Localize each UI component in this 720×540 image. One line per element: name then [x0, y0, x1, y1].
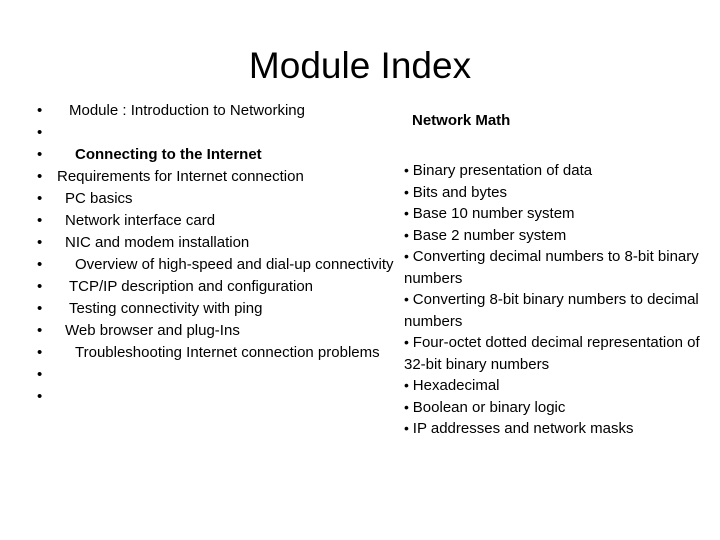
list-item-label: Troubleshooting Internet connection prob… — [75, 344, 380, 361]
list-item: • Requirements for Internet connection — [30, 166, 400, 188]
list-item: • Connecting to the Internet — [30, 144, 400, 166]
bullet-icon: • — [404, 420, 413, 436]
list-item-label: Boolean or binary logic — [412, 398, 566, 416]
slide-canvas: Module Index • Module : Introduction to N… — [0, 0, 720, 540]
bullet-icon: • — [404, 377, 413, 393]
list-item-label: Bits and bytes — [412, 183, 508, 201]
list-item: • Boolean or binary logic — [404, 397, 704, 419]
bullet-icon: • — [37, 190, 43, 207]
list-item-label: Testing connectivity with ping — [69, 300, 263, 317]
bullet-icon: • — [37, 322, 43, 339]
list-item-label: NIC and modem installation — [65, 234, 250, 251]
list-item-label: PC basics — [65, 190, 133, 207]
bullet-icon: • — [37, 234, 43, 251]
bullet-icon: • — [404, 248, 413, 264]
list-item-label: Binary presentation of data — [412, 162, 593, 179]
list-item: • Overview of high-speed and dial-up conn… — [30, 254, 400, 276]
right-column-heading: Network Math — [412, 112, 511, 129]
list-item-label: Connecting to the Internet — [75, 146, 262, 163]
list-item: • Hexadecimal — [404, 375, 704, 397]
list-item-label: Module : Introduction to Networking — [69, 102, 305, 119]
bullet-icon: • — [37, 366, 43, 383]
bullet-icon: • — [404, 291, 413, 307]
list-item: • NIC and modem installation — [30, 232, 400, 254]
bullet-icon: • — [37, 212, 43, 229]
bullet-icon: • — [37, 102, 43, 119]
bullet-icon: • — [37, 388, 43, 405]
list-item-label: IP addresses and network masks — [412, 420, 634, 437]
list-item: • TCP/IP description and configuration — [30, 276, 400, 298]
list-item: • Web browser and plug-Ins — [30, 320, 400, 342]
list-item: • Troubleshooting Internet connection pro… — [30, 342, 400, 364]
list-item: • Converting decimal numbers to 8-bit bi… — [404, 246, 704, 289]
bullet-icon: • — [404, 398, 413, 415]
list-item: • Testing connectivity with ping — [30, 298, 400, 320]
bullet-icon: • — [37, 256, 43, 273]
bullet-icon: • — [37, 124, 43, 141]
list-item-label: Requirements for Internet connection — [57, 168, 304, 185]
list-item: • Four-octet dotted decimal representati… — [404, 332, 704, 375]
bullet-icon: • — [404, 226, 413, 243]
list-item: • PC basics — [30, 188, 400, 210]
list-item: • — [30, 122, 400, 144]
list-item-label: Base 2 number system — [412, 226, 567, 244]
list-item-label: TCP/IP description and configuration — [69, 278, 314, 295]
list-item: • Network interface card — [30, 210, 400, 232]
bullet-icon: • — [37, 168, 43, 185]
bullet-icon: • — [404, 334, 413, 350]
bullet-icon: • — [37, 300, 43, 317]
list-item-label: Base 10 number system — [412, 205, 575, 222]
list-item-label: Network interface card — [65, 212, 216, 229]
bullet-icon: • — [404, 162, 413, 178]
list-item-label: Hexadecimal — [412, 377, 500, 394]
list-item: • Module : Introduction to Networking — [30, 100, 400, 122]
list-item-label: Web browser and plug-Ins — [65, 322, 240, 339]
right-column-bullet-list: • Binary presentation of data • Bits and … — [404, 160, 704, 440]
bullet-icon: • — [37, 344, 43, 361]
list-item: • Base 10 number system — [404, 203, 704, 225]
left-content-column: • Module : Introduction to Networking • • Co… — [30, 100, 400, 408]
list-item-label: Overview of high-speed and dial-up conne… — [75, 256, 394, 273]
list-item-label: Four-octet dotted decimal representation… — [404, 334, 700, 373]
bullet-icon: • — [404, 205, 413, 221]
list-item: • Bits and bytes — [404, 182, 704, 204]
list-item-label: Converting decimal numbers to 8-bit bina… — [404, 248, 699, 287]
list-item: • IP addresses and network masks — [404, 418, 704, 440]
list-item: • — [30, 364, 400, 386]
page-title: Module Index — [248, 45, 472, 86]
list-item: • Base 2 number system — [404, 225, 704, 247]
right-content-column: Network Math • Binary presentation of da… — [404, 110, 704, 440]
list-item: • Binary presentation of data — [404, 160, 704, 182]
bullet-icon: • — [37, 146, 43, 163]
list-item: • — [30, 386, 400, 408]
list-item: • Converting 8-bit binary numbers to dec… — [404, 289, 704, 332]
bullet-icon: • — [37, 278, 43, 295]
bullet-icon: • — [404, 183, 413, 200]
list-item-label: Converting 8-bit binary numbers to decim… — [404, 291, 699, 330]
